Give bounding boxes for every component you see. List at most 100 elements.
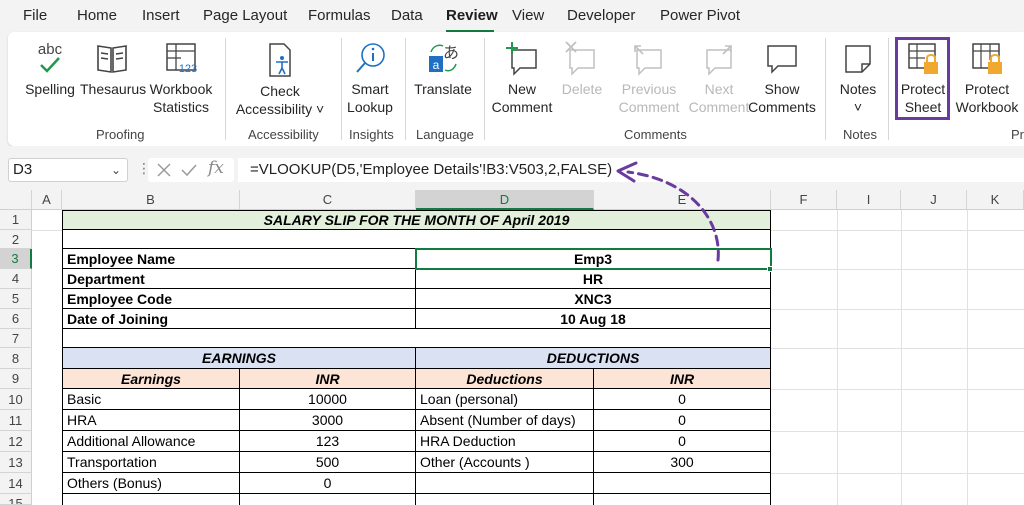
deduction-value[interactable]: 0 [594, 389, 771, 410]
row-header-2[interactable]: 2 [0, 230, 32, 249]
table-cell[interactable] [63, 494, 240, 505]
notes-button[interactable]: Notes ˅ [833, 40, 883, 116]
earning-value[interactable]: 3000 [240, 410, 416, 431]
translate-button[interactable]: a あ Translate [412, 40, 474, 98]
smart-lookup-button[interactable]: Smart Lookup [346, 40, 394, 116]
column-header-d[interactable]: D [416, 190, 594, 210]
employee-code-value[interactable]: XNC3 [416, 289, 771, 309]
menu-insert[interactable]: Insert [142, 7, 180, 24]
deduction-value[interactable]: 0 [594, 431, 771, 452]
column-header-j[interactable]: J [901, 190, 967, 210]
thesaurus-button[interactable]: Thesaurus [80, 40, 146, 98]
chevron-down-icon[interactable]: ⌄ [111, 159, 121, 181]
deduction-name[interactable]: Other (Accounts ) [416, 452, 594, 473]
fill-handle[interactable] [767, 266, 773, 272]
row-header-7[interactable]: 7 [0, 329, 32, 348]
deductions-column-header[interactable]: Deductions [416, 369, 594, 389]
menu-view[interactable]: View [512, 7, 544, 24]
department-label[interactable]: Department [63, 269, 416, 289]
protect-workbook-label-2: Workbook [955, 99, 1019, 115]
menu-page-layout[interactable]: Page Layout [203, 7, 287, 24]
deduction-value[interactable]: 0 [594, 410, 771, 431]
column-header-f[interactable]: F [771, 190, 837, 210]
deduction-value[interactable]: 300 [594, 452, 771, 473]
row-header-8[interactable]: 8 [0, 348, 32, 369]
table-cell[interactable] [594, 494, 771, 505]
menu-developer[interactable]: Developer [567, 7, 635, 24]
new-comment-button[interactable]: New Comment [488, 40, 556, 116]
earning-name[interactable]: Additional Allowance [63, 431, 240, 452]
protect-workbook-button[interactable]: Protect Workbook [952, 40, 1022, 116]
spelling-button[interactable]: abc Spelling [24, 40, 76, 98]
menu-formulas[interactable]: Formulas [308, 7, 371, 24]
date-of-joining-label[interactable]: Date of Joining [63, 309, 416, 329]
department-value[interactable]: HR [416, 269, 771, 289]
delete-comment-icon [565, 41, 595, 76]
previous-comment-button[interactable]: Previous Comment [614, 40, 684, 116]
deduction-name[interactable]: Loan (personal) [416, 389, 594, 410]
earning-name[interactable]: HRA [63, 410, 240, 431]
row-header-12[interactable]: 12 [0, 431, 32, 452]
group-separator [341, 38, 342, 140]
cancel-icon[interactable] [156, 162, 172, 178]
deduction-name[interactable] [416, 473, 594, 494]
earnings-section-header[interactable]: EARNINGS [63, 348, 416, 369]
earning-name[interactable]: Others (Bonus) [63, 473, 240, 494]
row-header-13[interactable]: 13 [0, 452, 32, 473]
deduction-value[interactable] [594, 473, 771, 494]
column-header-b[interactable]: B [62, 190, 240, 210]
earning-name[interactable]: Transportation [63, 452, 240, 473]
delete-comment-button[interactable]: Delete [558, 40, 606, 98]
thesaurus-icon [97, 45, 127, 73]
row-header-4[interactable]: 4 [0, 269, 32, 289]
workbook-statistics-button[interactable]: 123 Workbook Statistics [146, 40, 216, 116]
deduction-name[interactable]: Absent (Number of days) [416, 410, 594, 431]
blank-row[interactable] [63, 329, 771, 348]
employee-code-label[interactable]: Employee Code [63, 289, 416, 309]
workbook-statistics-label-2: Statistics [152, 99, 209, 115]
employee-name-label[interactable]: Employee Name [63, 249, 416, 269]
insert-function-icon[interactable]: fx [208, 158, 224, 178]
column-header-a[interactable]: A [32, 190, 62, 210]
select-all-corner[interactable] [0, 190, 32, 210]
menu-review[interactable]: Review [446, 7, 498, 24]
enter-check-icon[interactable] [180, 162, 198, 178]
row-header-14[interactable]: 14 [0, 473, 32, 494]
notes-group-label: Notes [843, 127, 877, 142]
row-header-5[interactable]: 5 [0, 289, 32, 309]
column-header-c[interactable]: C [240, 190, 416, 210]
new-comment-label-1: New [507, 81, 536, 97]
earning-value[interactable]: 0 [240, 473, 416, 494]
earning-value[interactable]: 123 [240, 431, 416, 452]
column-header-i[interactable]: I [837, 190, 901, 210]
row-header-9[interactable]: 9 [0, 369, 32, 389]
earnings-column-header[interactable]: Earnings [63, 369, 240, 389]
name-box[interactable]: D3 ⌄ [8, 158, 128, 182]
row-header-11[interactable]: 11 [0, 410, 32, 431]
earning-value[interactable]: 10000 [240, 389, 416, 410]
deductions-inr-column-header[interactable]: INR [594, 369, 771, 389]
row-header-3[interactable]: 3 [0, 249, 32, 269]
menu-file[interactable]: File [23, 7, 47, 24]
earnings-inr-column-header[interactable]: INR [240, 369, 416, 389]
check-accessibility-button[interactable]: Check Accessibility ˅ [234, 40, 326, 118]
row-header-15[interactable]: 15 [0, 494, 32, 505]
menu-data[interactable]: Data [391, 7, 423, 24]
table-cell[interactable] [416, 494, 594, 505]
earning-value[interactable]: 500 [240, 452, 416, 473]
row-header-6[interactable]: 6 [0, 309, 32, 329]
earning-name[interactable]: Basic [63, 389, 240, 410]
row-header-10[interactable]: 10 [0, 389, 32, 410]
deduction-name[interactable]: HRA Deduction [416, 431, 594, 452]
gridline [771, 473, 1024, 474]
table-cell[interactable] [240, 494, 416, 505]
column-header-k[interactable]: K [967, 190, 1024, 210]
show-comments-button[interactable]: Show Comments [746, 40, 818, 116]
date-of-joining-value[interactable]: 10 Aug 18 [416, 309, 771, 329]
next-comment-button[interactable]: Next Comment [686, 40, 752, 116]
deductions-section-header[interactable]: DEDUCTIONS [416, 348, 771, 369]
new-comment-label-2: Comment [491, 99, 553, 115]
menu-power-pivot[interactable]: Power Pivot [660, 7, 740, 24]
row-header-1[interactable]: 1 [0, 210, 32, 230]
menu-home[interactable]: Home [77, 7, 117, 24]
